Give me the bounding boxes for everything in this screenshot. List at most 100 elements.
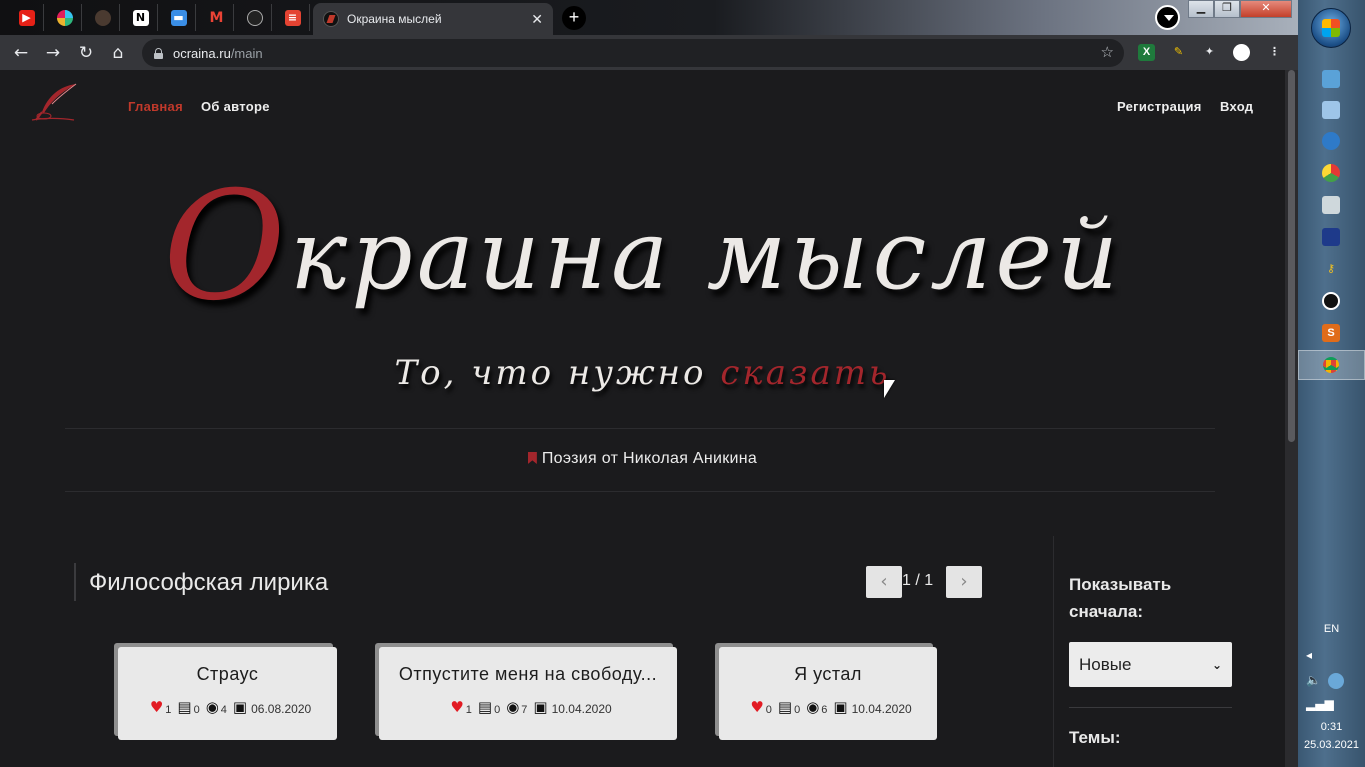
mouse-cursor-icon	[884, 380, 895, 398]
extensions-puzzle-icon[interactable]: ✦	[1201, 44, 1218, 61]
next-page-button[interactable]: ›	[946, 566, 982, 598]
nav-register-link[interactable]: Регистрация	[1117, 99, 1202, 114]
poem-title[interactable]: Страус	[118, 664, 337, 685]
signal-icon[interactable]: ▂▄▆	[1306, 697, 1334, 711]
heart-icon[interactable]: ♥	[450, 700, 463, 715]
menu-kebab-icon[interactable]: ⋮	[1266, 44, 1283, 61]
language-indicator[interactable]: EN	[1298, 623, 1365, 635]
poem-date: 10.04.2020	[551, 702, 612, 716]
pinned-tab-notion[interactable]: N	[124, 4, 158, 31]
hero-title: Окраина мыслей	[0, 160, 1285, 334]
sort-select[interactable]: Новые ⌄	[1069, 642, 1232, 687]
forward-arrow-icon[interactable]: →	[42, 42, 64, 64]
poem-card[interactable]: Отпустите меня на свободу... ♥ 1 ▤ 0 ◉ 7 ▣ 1…	[379, 647, 677, 740]
address-bar[interactable]: ocraina.ru/main ☆	[142, 39, 1124, 67]
pinned-tab-todoist[interactable]: ≡	[276, 4, 310, 31]
clock-date: 25.03.2021	[1303, 739, 1360, 751]
volume-icon[interactable]: 🔈	[1306, 673, 1321, 687]
pinned-tab-github[interactable]	[238, 4, 272, 31]
sort-select-value: Новые	[1079, 654, 1132, 674]
hero-title-rest: краина мыслей	[289, 199, 1123, 311]
pinned-tab-chat[interactable]: ▬	[162, 4, 196, 31]
pinned-tab-youtube[interactable]: ▶	[10, 4, 44, 31]
hero-subtitle-accent: сказать	[720, 353, 891, 393]
tagline-text: Поэзия от Николая Аникина	[541, 450, 758, 467]
window-close-button[interactable]: ✕	[1240, 0, 1292, 18]
nav-home-link[interactable]: Главная	[128, 99, 183, 114]
tab-close-icon[interactable]: ✕	[531, 11, 543, 28]
pinned-tab-gmail[interactable]: M	[200, 4, 234, 31]
excel-extension-icon[interactable]: X	[1138, 44, 1155, 61]
calendar-icon: ▣	[533, 698, 548, 716]
reload-icon[interactable]: ↻	[75, 42, 97, 64]
eye-icon: ◉	[806, 698, 820, 716]
home-icon[interactable]: ⌂	[107, 42, 129, 64]
hero-title-initial: О	[162, 160, 290, 334]
likes-count: 0	[765, 704, 772, 716]
sort-label: Показывать сначала:	[1069, 575, 1172, 621]
file-copy-icon[interactable]	[1322, 196, 1340, 214]
active-tab[interactable]: Окраина мыслей ✕	[313, 3, 553, 35]
section-accent-bar	[74, 563, 76, 601]
github-icon	[246, 9, 263, 26]
clock-time: 0:31	[1320, 721, 1343, 733]
paint-icon[interactable]	[1322, 132, 1340, 150]
prev-page-button[interactable]: ‹	[866, 566, 902, 598]
scrollbar-thumb[interactable]	[1288, 70, 1295, 442]
divider	[65, 428, 1215, 429]
calendar-icon: ▣	[833, 698, 848, 716]
back-arrow-icon[interactable]: ←	[10, 42, 32, 64]
chrome-taskbar-button[interactable]	[1298, 350, 1365, 380]
sublime-icon[interactable]: S	[1322, 324, 1340, 342]
bookmark-star-icon[interactable]: ☆	[1101, 43, 1114, 61]
tab-search-dropdown-icon[interactable]	[1155, 5, 1180, 30]
poem-meta: ♥ 1 ▤ 0 ◉ 4 ▣ 06.08.2020	[118, 698, 337, 717]
comment-icon: ▤	[177, 698, 192, 716]
browser-app-icon[interactable]	[1322, 164, 1340, 182]
poem-meta: ♥ 1 ▤ 0 ◉ 7 ▣ 10.04.2020	[379, 698, 677, 717]
calendar-icon: ▣	[232, 698, 248, 716]
explorer-icon[interactable]	[1322, 70, 1340, 88]
heart-icon[interactable]: ♥	[150, 700, 163, 715]
tab-strip: ▶ N ▬ M ≡ Окраина мыслей ✕ + ▁ ❐ ✕	[0, 0, 1298, 35]
notepad-icon[interactable]	[1322, 101, 1340, 119]
new-tab-button[interactable]: +	[562, 6, 586, 30]
comments-count: 0	[494, 704, 501, 716]
heart-icon[interactable]: ♥	[750, 700, 763, 715]
tray-expand-icon[interactable]: ◂	[1306, 648, 1312, 662]
poem-date: 10.04.2020	[851, 702, 912, 716]
start-button[interactable]	[1311, 8, 1351, 48]
poem-card[interactable]: Я устал ♥ 0 ▤ 0 ◉ 6 ▣ 10.04.2020	[719, 647, 937, 740]
likes-count: 1	[165, 704, 172, 716]
poem-card[interactable]: Страус ♥ 1 ▤ 0 ◉ 4 ▣ 06.08.2020	[118, 647, 337, 740]
site-favicon-icon	[323, 11, 339, 27]
gmail-icon: M	[209, 9, 224, 26]
pinned-tab-slack[interactable]	[48, 4, 82, 31]
poem-title[interactable]: Я устал	[719, 664, 937, 685]
clock[interactable]: 0:31 25.03.2021	[1298, 718, 1365, 754]
quill-logo-icon[interactable]	[30, 82, 80, 124]
slack-icon	[56, 9, 73, 26]
poem-title[interactable]: Отпустите меня на свободу...	[379, 664, 677, 685]
media-app-icon[interactable]	[1322, 228, 1340, 246]
maximize-button[interactable]: ❐	[1214, 0, 1240, 18]
pagination-info: 1 / 1	[902, 572, 934, 589]
divider	[65, 491, 1215, 492]
chevron-down-icon: ⌄	[1211, 657, 1222, 672]
views-count: 4	[220, 704, 227, 716]
sidebar-divider	[1053, 536, 1054, 767]
nav-login-link[interactable]: Вход	[1220, 99, 1253, 114]
profile-avatar-icon[interactable]	[1233, 44, 1250, 61]
minimize-button[interactable]: ▁	[1188, 0, 1214, 18]
cleaner-extension-icon[interactable]: ✎	[1170, 44, 1187, 61]
nav-about-link[interactable]: Об авторе	[201, 99, 270, 114]
page-scrollbar[interactable]	[1285, 70, 1298, 767]
pinned-tab-avatar[interactable]	[86, 4, 120, 31]
network-globe-icon[interactable]	[1328, 673, 1344, 689]
poem-date: 06.08.2020	[251, 702, 312, 716]
key-icon[interactable]: ⚷	[1322, 260, 1340, 278]
eye-icon: ◉	[205, 698, 219, 716]
steam-icon[interactable]	[1322, 292, 1340, 310]
likes-count: 1	[465, 704, 472, 716]
bookmark-icon	[527, 452, 537, 464]
